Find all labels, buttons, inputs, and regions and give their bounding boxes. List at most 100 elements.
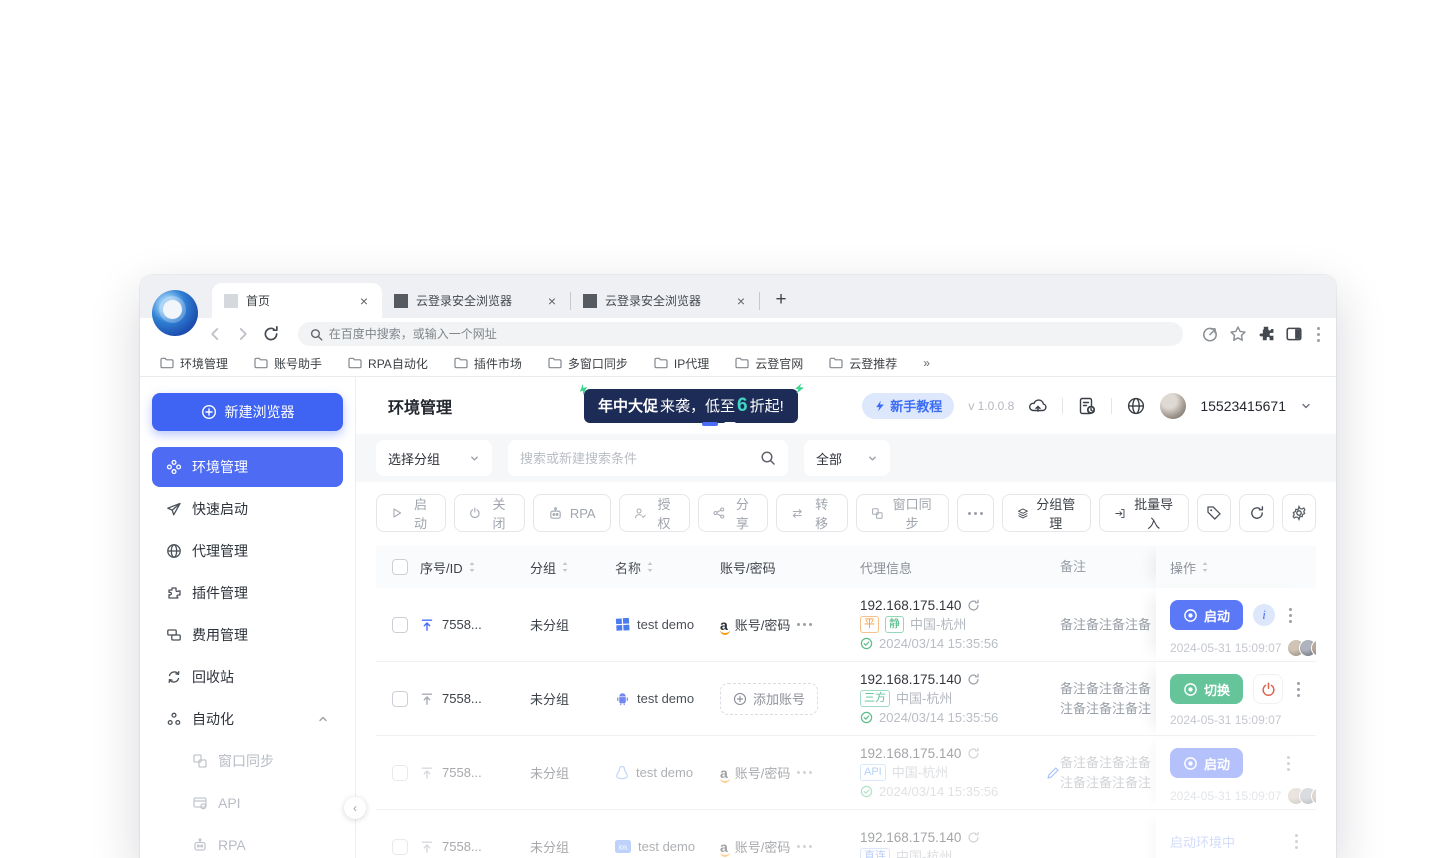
- tab-secure-browser-1[interactable]: 云登录安全浏览器 ×: [382, 283, 570, 318]
- sidebar-item-environment[interactable]: 环境管理: [152, 447, 343, 487]
- browser-circle-icon: [1183, 682, 1198, 697]
- pin-top-icon[interactable]: [420, 766, 434, 780]
- column-header-name[interactable]: 名称: [615, 558, 654, 577]
- language-globe-icon[interactable]: [1126, 396, 1146, 416]
- row-menu-icon[interactable]: [1283, 752, 1294, 775]
- address-bar[interactable]: [298, 322, 1183, 346]
- cloud-upload-icon[interactable]: [1028, 396, 1048, 416]
- edit-pencil-icon[interactable]: [1046, 766, 1060, 780]
- bookmark-item[interactable]: IP代理: [654, 355, 709, 372]
- bookmark-item[interactable]: 多窗口同步: [548, 355, 628, 372]
- row-menu-icon[interactable]: [1285, 604, 1296, 627]
- column-header-id[interactable]: 序号/ID: [420, 558, 476, 577]
- plus-circle-icon: [201, 404, 217, 420]
- new-browser-button[interactable]: 新建浏览器: [152, 393, 343, 431]
- forward-icon[interactable]: [234, 325, 252, 343]
- close-button[interactable]: 关闭: [454, 494, 524, 532]
- environment-icon: [166, 459, 182, 475]
- chevron-down-icon[interactable]: [1300, 400, 1312, 412]
- promo-banner[interactable]: 年中大促来袭，低至6折起!: [584, 389, 798, 423]
- share-icon[interactable]: [1201, 325, 1219, 343]
- account-more-icon[interactable]: [797, 771, 812, 774]
- more-actions-button[interactable]: [957, 494, 993, 532]
- bookmark-item[interactable]: 环境管理: [160, 355, 228, 372]
- search-input[interactable]: [520, 451, 760, 466]
- bookmark-item[interactable]: 云登推荐: [829, 355, 897, 372]
- bookmark-item[interactable]: 云登官网: [735, 355, 803, 372]
- sidebar-item-rpa[interactable]: RPA: [152, 825, 343, 858]
- refresh-icon[interactable]: [967, 673, 980, 686]
- scope-select[interactable]: 全部: [804, 440, 890, 476]
- group-manage-button[interactable]: 分组管理: [1002, 494, 1092, 532]
- user-avatar[interactable]: [1160, 393, 1186, 419]
- start-button[interactable]: 启动: [376, 494, 446, 532]
- column-header-action[interactable]: 操作: [1170, 558, 1209, 577]
- row-menu-icon[interactable]: [1291, 830, 1302, 853]
- launch-button[interactable]: 启动: [1170, 748, 1243, 778]
- sidebar-item-recycle-bin[interactable]: 回收站: [152, 657, 343, 697]
- power-off-button[interactable]: [1253, 674, 1283, 704]
- window-sync-button[interactable]: 窗口同步: [856, 494, 950, 532]
- sidebar-collapse-handle[interactable]: ‹: [344, 797, 366, 819]
- settings-button[interactable]: [1282, 494, 1316, 532]
- tab-close-icon[interactable]: ×: [733, 293, 749, 309]
- bookmark-star-icon[interactable]: [1229, 325, 1247, 343]
- pin-top-icon[interactable]: [420, 840, 434, 854]
- search-icon[interactable]: [760, 450, 776, 466]
- row-checkbox[interactable]: [392, 765, 408, 781]
- tutorial-button[interactable]: 新手教程: [862, 393, 954, 419]
- refresh-button[interactable]: [1239, 494, 1273, 532]
- sidebar-item-billing[interactable]: 费用管理: [152, 615, 343, 655]
- share-button[interactable]: 分享: [698, 494, 768, 532]
- row-menu-icon[interactable]: [1293, 678, 1304, 701]
- side-panel-icon[interactable]: [1285, 325, 1303, 343]
- launch-button[interactable]: 启动: [1170, 600, 1243, 630]
- tab-close-icon[interactable]: ×: [544, 293, 560, 309]
- transfer-button[interactable]: 转移: [776, 494, 847, 532]
- tab-home[interactable]: 首页 ×: [212, 283, 382, 318]
- sidebar-item-automation[interactable]: 自动化: [152, 699, 343, 739]
- sidebar-item-quick-launch[interactable]: 快速启动: [152, 489, 343, 529]
- refresh-icon[interactable]: [967, 599, 980, 612]
- reload-icon[interactable]: [262, 325, 280, 343]
- back-icon[interactable]: [206, 325, 224, 343]
- account-more-icon[interactable]: [797, 845, 812, 848]
- log-document-icon[interactable]: [1077, 396, 1097, 416]
- account-more-icon[interactable]: [797, 623, 812, 626]
- add-account-button[interactable]: 添加账号: [720, 683, 818, 715]
- sidebar-item-api[interactable]: API: [152, 783, 343, 823]
- sidebar-item-plugins[interactable]: 插件管理: [152, 573, 343, 613]
- batch-import-button[interactable]: 批量导入: [1099, 494, 1189, 532]
- search-box[interactable]: [508, 440, 788, 476]
- extensions-icon[interactable]: [1257, 325, 1275, 343]
- bookmarks-overflow[interactable]: »: [923, 356, 930, 370]
- column-header-group[interactable]: 分组: [530, 558, 569, 577]
- bookmark-item[interactable]: RPA自动化: [348, 355, 428, 372]
- sidebar-item-window-sync[interactable]: 窗口同步: [152, 741, 343, 781]
- pin-top-icon[interactable]: [420, 692, 434, 706]
- refresh-icon[interactable]: [967, 747, 980, 760]
- tab-secure-browser-2[interactable]: 云登录安全浏览器 ×: [571, 283, 759, 318]
- authorize-button[interactable]: 授权: [619, 494, 690, 532]
- row-checkbox[interactable]: [392, 617, 408, 633]
- refresh-icon[interactable]: [967, 831, 980, 844]
- launching-status: 启动环境中: [1170, 832, 1235, 851]
- switch-button[interactable]: 切换: [1170, 674, 1243, 704]
- info-icon[interactable]: i: [1253, 604, 1275, 626]
- select-all-checkbox[interactable]: [392, 559, 408, 575]
- bookmark-item[interactable]: 账号助手: [254, 355, 322, 372]
- row-checkbox[interactable]: [392, 691, 408, 707]
- bookmark-item[interactable]: 插件市场: [454, 355, 522, 372]
- address-input[interactable]: [329, 327, 1171, 341]
- new-tab-button[interactable]: +: [768, 287, 794, 313]
- chevron-down-icon: [469, 453, 480, 464]
- tag-button[interactable]: [1197, 494, 1231, 532]
- group-select[interactable]: 选择分组: [376, 440, 492, 476]
- row-checkbox[interactable]: [392, 839, 408, 855]
- tab-close-icon[interactable]: ×: [356, 293, 372, 309]
- pin-top-icon[interactable]: [420, 618, 434, 632]
- sort-icon: [468, 561, 476, 573]
- rpa-button[interactable]: RPA: [533, 494, 611, 532]
- sidebar-item-proxy[interactable]: 代理管理: [152, 531, 343, 571]
- browser-menu-icon[interactable]: [1313, 323, 1324, 346]
